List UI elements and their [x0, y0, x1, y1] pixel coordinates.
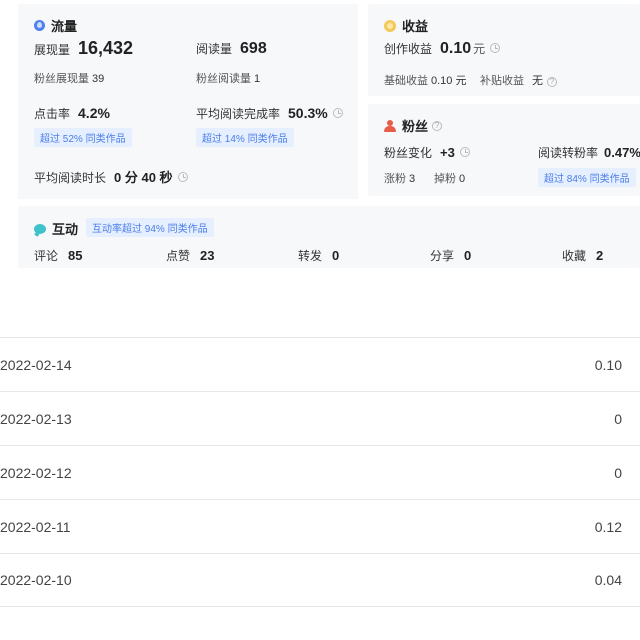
base-income-label: 基础收益 — [384, 75, 428, 87]
stat-favorites-value: 2 — [596, 248, 604, 263]
ctr-badge: 超过 52% 同类作品 — [34, 128, 132, 147]
row-date: 2022-02-14 — [0, 356, 72, 373]
row-date: 2022-02-10 — [0, 572, 72, 588]
duration-label: 平均阅读时长 — [34, 171, 107, 185]
stat-favorites-label: 收藏 — [562, 249, 587, 263]
base-income-value: 0.10 元 — [431, 75, 467, 87]
conversion-metric: 阅读转粉率 0.47% — [538, 144, 640, 161]
stat-reposts-label: 转发 — [298, 249, 323, 263]
conversion-value: 0.47% — [604, 145, 640, 160]
row-date: 2022-02-12 — [0, 464, 72, 481]
reads-metric: 阅读量 698 — [196, 40, 267, 58]
person-icon — [384, 119, 396, 132]
completion-metric: 平均阅读完成率 50.3% — [196, 105, 343, 122]
stat-comments: 评论 85 — [34, 247, 82, 264]
table-row: 2022-02-11 0.12 — [0, 499, 640, 553]
fan-impressions: 粉丝展现量 39 — [34, 70, 104, 86]
stat-comments-label: 评论 — [34, 249, 59, 263]
income-card: 收益 创作收益 0.10 元 基础收益 0.10 元 补贴收益无? — [368, 4, 640, 96]
traffic-card: 流量 展现量 16,432 阅读量 698 粉丝展现量 39 粉丝阅读量 1 点击率… — [18, 4, 358, 199]
subsidy-income-value: 无 — [532, 75, 543, 87]
ctr-label: 点击率 — [34, 107, 71, 121]
fans-change-label: 粉丝变化 — [384, 146, 433, 160]
fans-change-metric: 粉丝变化 +3 — [384, 144, 470, 161]
fans-gain-value: 3 — [409, 173, 416, 185]
conversion-badge: 超过 84% 同类作品 — [538, 168, 636, 187]
fans-card: 粉丝 ? 粉丝变化 +3 阅读转粉率 0.47% 涨粉 3 掉粉 0 超过 84% … — [368, 104, 640, 196]
fan-impressions-value: 39 — [92, 73, 105, 85]
coin-icon — [384, 19, 396, 32]
income-title-text: 收益 — [402, 19, 429, 34]
income-title: 收益 — [384, 16, 428, 35]
stat-likes-value: 23 — [200, 248, 215, 263]
fan-reads-label: 粉丝阅读量 — [196, 73, 251, 85]
creation-income-clock-icon[interactable] — [490, 43, 501, 53]
row-amount: 0 — [614, 464, 622, 481]
table-row: 2022-02-14 0.10 — [0, 337, 640, 391]
traffic-title: 流量 — [34, 16, 77, 35]
fans-loss-value: 0 — [459, 173, 466, 185]
stat-shares-value: 0 — [464, 248, 472, 263]
duration-clock-icon[interactable] — [177, 172, 188, 182]
fans-loss: 掉粉 0 — [434, 170, 465, 186]
table-row: 2022-02-12 0 — [0, 445, 640, 499]
interaction-title: 互动 — [34, 219, 78, 238]
subsidy-help-icon[interactable]: ? — [547, 77, 557, 87]
duration-metric: 平均阅读时长 0 分 40 秒 — [34, 167, 188, 186]
conversion-label: 阅读转粉率 — [538, 146, 599, 160]
stat-shares-label: 分享 — [430, 249, 455, 263]
fans-title-text: 粉丝 — [402, 119, 429, 134]
impressions-label: 展现量 — [34, 43, 71, 57]
impressions-value: 16,432 — [78, 38, 134, 58]
subsidy-income: 补贴收益无? — [480, 72, 557, 88]
stat-comments-value: 85 — [68, 248, 83, 263]
daily-income-table: 2022-02-14 0.10 2022-02-13 0 2022-02-12 … — [0, 337, 640, 607]
creation-income-unit: 元 — [473, 42, 486, 56]
stat-shares: 分享 0 — [430, 247, 471, 264]
subsidy-income-label: 补贴收益 — [480, 75, 524, 87]
duration-value: 0 分 40 秒 — [114, 170, 173, 185]
completion-clock-icon[interactable] — [332, 108, 343, 118]
fans-change-value: +3 — [440, 145, 455, 160]
stat-likes-label: 点赞 — [166, 249, 191, 263]
traffic-drop-icon — [34, 20, 45, 31]
stat-reposts: 转发 0 — [298, 247, 339, 264]
row-amount: 0.04 — [594, 572, 622, 588]
fans-help-icon[interactable]: ? — [432, 120, 443, 131]
stat-reposts-value: 0 — [332, 248, 340, 263]
completion-badge: 超过 14% 同类作品 — [196, 128, 294, 147]
stat-likes: 点赞 23 — [166, 247, 214, 264]
fan-reads-value: 1 — [254, 73, 261, 85]
completion-label: 平均阅读完成率 — [196, 107, 281, 121]
row-date: 2022-02-11 — [0, 518, 71, 535]
row-amount: 0.10 — [594, 356, 622, 373]
ctr-metric: 点击率 4.2% — [34, 105, 110, 122]
row-amount: 0.12 — [594, 518, 622, 535]
fan-impressions-label: 粉丝展现量 — [34, 73, 89, 85]
fans-change-clock-icon[interactable] — [459, 147, 470, 157]
creation-income-value: 0.10 — [440, 40, 472, 57]
fans-title: 粉丝 ? — [384, 116, 443, 135]
ctr-value: 4.2% — [78, 105, 110, 121]
row-date: 2022-02-13 — [0, 410, 72, 427]
fans-gain-label: 涨粉 — [384, 173, 406, 185]
impressions-metric: 展现量 16,432 — [34, 38, 133, 59]
reads-label: 阅读量 — [196, 42, 233, 56]
reads-value: 698 — [240, 40, 267, 57]
stat-favorites: 收藏 2 — [562, 247, 603, 264]
interaction-title-text: 互动 — [52, 222, 79, 237]
interaction-badge: 互动率超过 94% 同类作品 — [86, 218, 214, 237]
chat-icon — [34, 223, 46, 234]
fans-loss-label: 掉粉 — [434, 173, 456, 185]
row-amount: 0 — [614, 410, 622, 427]
creation-income-label: 创作收益 — [384, 42, 433, 56]
completion-value: 50.3% — [288, 105, 328, 121]
table-row: 2022-02-10 0.04 — [0, 553, 640, 607]
table-row: 2022-02-13 0 — [0, 391, 640, 445]
base-income: 基础收益 0.10 元 — [384, 72, 466, 88]
fan-reads: 粉丝阅读量 1 — [196, 70, 260, 86]
creation-income-metric: 创作收益 0.10 元 — [384, 40, 501, 58]
fans-gain: 涨粉 3 — [384, 170, 415, 186]
traffic-title-text: 流量 — [51, 19, 78, 34]
